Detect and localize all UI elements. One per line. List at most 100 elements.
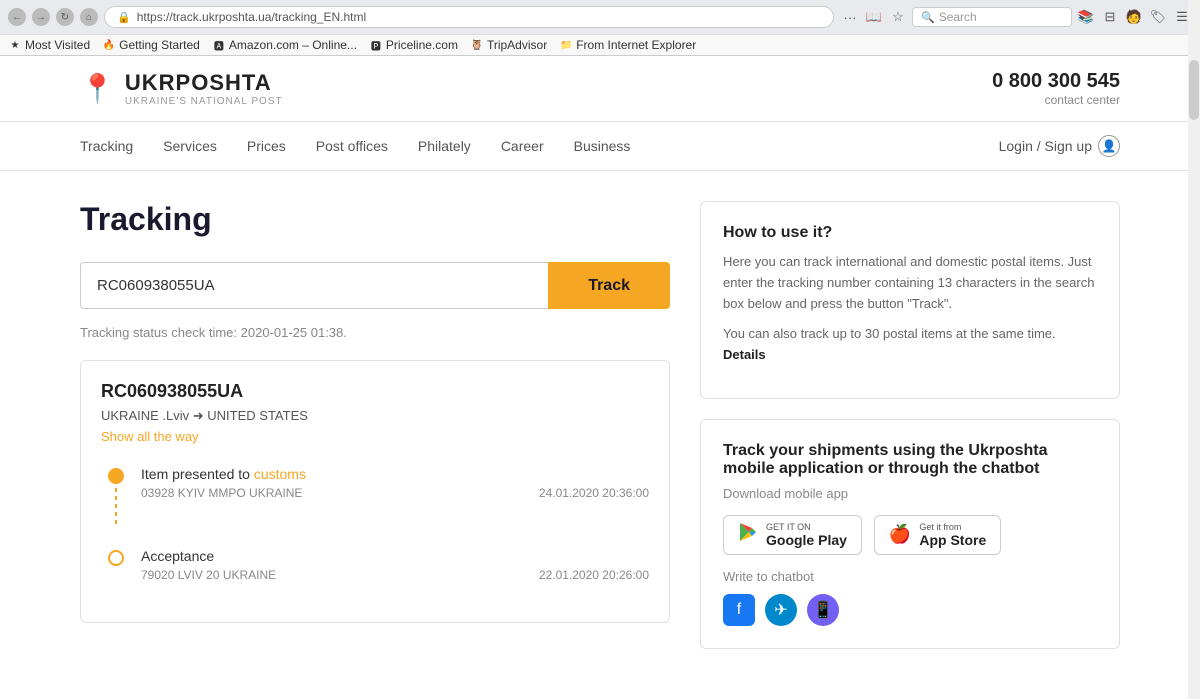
nav-business[interactable]: Business [574, 122, 631, 170]
timeline-dot-filled [108, 468, 124, 484]
tripadvisor-icon: 🦉 [470, 38, 484, 52]
nav-tracking[interactable]: Tracking [80, 122, 133, 170]
event-location: 03928 KYIV MMPO UKRAINE [141, 486, 302, 500]
nav-auth[interactable]: Login / Sign up 👤 [999, 135, 1120, 157]
browser-actions: ··· 📖 ☆ 🔍 Search 📚 ⊟ 🧑 🏷 ☰ [840, 7, 1192, 27]
back-button[interactable]: ← [8, 8, 26, 26]
result-number: RC060938055UA [101, 381, 649, 402]
lock-icon: 🔒 [117, 11, 131, 24]
bookmark-icon[interactable]: ☆ [888, 7, 908, 27]
bookmark-priceline[interactable]: 🅿 Priceline.com [369, 38, 458, 52]
search-box: Track [80, 262, 670, 309]
google-play-label: GET IT ON [766, 522, 847, 532]
browser-search[interactable]: 🔍 Search [912, 7, 1072, 27]
scrollbar[interactable] [1188, 0, 1200, 699]
logo-name: UKRPOSHTA [125, 70, 283, 96]
details-link[interactable]: Details [723, 347, 766, 362]
home-button[interactable]: ⌂ [80, 8, 98, 26]
right-panel: How to use it? Here you can track intern… [700, 201, 1120, 669]
event-location: 79020 LVIV 20 UKRAINE [141, 568, 276, 582]
logo-text: UKRPOSHTA UKRAINE'S NATIONAL POST [125, 70, 283, 107]
bookmark-label: Getting Started [119, 38, 200, 52]
event-date: 24.01.2020 20:36:00 [539, 486, 649, 500]
event-detail: 03928 KYIV MMPO UKRAINE 24.01.2020 20:36… [141, 486, 649, 500]
contact-info: 0 800 300 545 contact center [992, 70, 1120, 107]
bookmark-label: Priceline.com [386, 38, 458, 52]
app-store-button[interactable]: 🍎 Get it from App Store [874, 515, 1001, 555]
forward-button[interactable]: → [32, 8, 50, 26]
browser-chrome: ← → ↻ ⌂ 🔒 https://track.ukrposhta.ua/tra… [0, 0, 1200, 56]
apple-icon: 🍎 [889, 524, 911, 545]
bookmark-label: TripAdvisor [487, 38, 547, 52]
nav-links: Tracking Services Prices Post offices Ph… [80, 122, 630, 170]
how-to-text2-content: You can also track up to 30 postal items… [723, 326, 1056, 341]
main-content: Tracking Track Tracking status check tim… [0, 171, 1200, 699]
bookmark-label: Amazon.com – Online... [229, 38, 357, 52]
logo-tagline: UKRAINE'S NATIONAL POST [125, 96, 283, 107]
nav-philately[interactable]: Philately [418, 122, 471, 170]
more-button[interactable]: ··· [840, 7, 860, 27]
nav-prices[interactable]: Prices [247, 122, 286, 170]
social-icons: f ✈ 📱 [723, 594, 1097, 626]
nav-services[interactable]: Services [163, 122, 217, 170]
timeline-line [115, 488, 117, 528]
how-to-text2: You can also track up to 30 postal items… [723, 324, 1097, 366]
how-to-card: How to use it? Here you can track intern… [700, 201, 1120, 399]
timeline: Item presented to customs 03928 KYIV MMP… [101, 466, 649, 582]
site-nav: Tracking Services Prices Post offices Ph… [0, 122, 1200, 171]
contact-label: contact center [992, 93, 1120, 107]
addon-icon[interactable]: 🏷 [1148, 7, 1168, 27]
route-to: UNITED STATES [207, 408, 308, 423]
bookmark-label: From Internet Explorer [576, 38, 696, 52]
bookmark-amazon[interactable]: 🅰 Amazon.com – Online... [212, 38, 357, 52]
address-bar[interactable]: 🔒 https://track.ukrposhta.ua/tracking_EN… [104, 6, 834, 28]
show-way-link[interactable]: Show all the way [101, 429, 199, 444]
auth-label: Login / Sign up [999, 138, 1092, 154]
route-from: UKRAINE .Lviv [101, 408, 189, 423]
scrollbar-thumb[interactable] [1189, 60, 1199, 120]
sync-icon[interactable]: ⊟ [1100, 7, 1120, 27]
bookmark-tripadvisor[interactable]: 🦉 TripAdvisor [470, 38, 547, 52]
priceline-icon: 🅿 [369, 38, 383, 52]
logo-area: 📍 UKRPOSHTA UKRAINE'S NATIONAL POST [80, 70, 283, 107]
nav-post-offices[interactable]: Post offices [316, 122, 388, 170]
timeline-item: Item presented to customs 03928 KYIV MMP… [101, 466, 649, 528]
event-highlight: customs [254, 466, 306, 482]
app-card-sub: Download mobile app [723, 486, 1097, 501]
bookmark-label: Most Visited [25, 38, 90, 52]
bookmark-ie[interactable]: 📁 From Internet Explorer [559, 38, 696, 52]
viber-icon[interactable]: 📱 [807, 594, 839, 626]
extensions-icon[interactable]: 📚 [1076, 7, 1096, 27]
profile-icon[interactable]: 🧑 [1124, 7, 1144, 27]
telegram-icon[interactable]: ✈ [765, 594, 797, 626]
user-icon: 👤 [1098, 135, 1120, 157]
timeline-left [101, 466, 131, 528]
tracking-input[interactable] [80, 262, 548, 309]
timeline-content: Item presented to customs 03928 KYIV MMP… [131, 466, 649, 528]
amazon-icon: 🅰 [212, 38, 226, 52]
page-title: Tracking [80, 201, 670, 238]
track-button[interactable]: Track [548, 262, 670, 309]
refresh-button[interactable]: ↻ [56, 8, 74, 26]
timeline-content: Acceptance 79020 LVIV 20 UKRAINE 22.01.2… [131, 548, 649, 582]
star-icon: ★ [8, 38, 22, 52]
route-arrow-icon: ➜ [193, 408, 208, 423]
app-store-label: Get it from [919, 522, 986, 532]
status-time: Tracking status check time: 2020-01-25 0… [80, 325, 670, 340]
event-title: Item presented to customs [141, 466, 649, 482]
app-promo-card: Track your shipments using the Ukrposhta… [700, 419, 1120, 649]
reader-icon[interactable]: 📖 [864, 7, 884, 27]
site-header: 📍 UKRPOSHTA UKRAINE'S NATIONAL POST 0 80… [0, 56, 1200, 122]
bookmark-getting-started[interactable]: 🔥 Getting Started [102, 38, 200, 52]
nav-career[interactable]: Career [501, 122, 544, 170]
event-detail: 79020 LVIV 20 UKRAINE 22.01.2020 20:26:0… [141, 568, 649, 582]
bookmark-most-visited[interactable]: ★ Most Visited [8, 38, 90, 52]
facebook-icon[interactable]: f [723, 594, 755, 626]
google-play-icon [738, 522, 758, 548]
google-play-button[interactable]: GET IT ON Google Play [723, 515, 862, 555]
event-title: Acceptance [141, 548, 649, 564]
left-panel: Tracking Track Tracking status check tim… [80, 201, 670, 669]
how-to-text1: Here you can track international and dom… [723, 252, 1097, 314]
google-play-name: Google Play [766, 532, 847, 548]
timeline-left [101, 548, 131, 582]
